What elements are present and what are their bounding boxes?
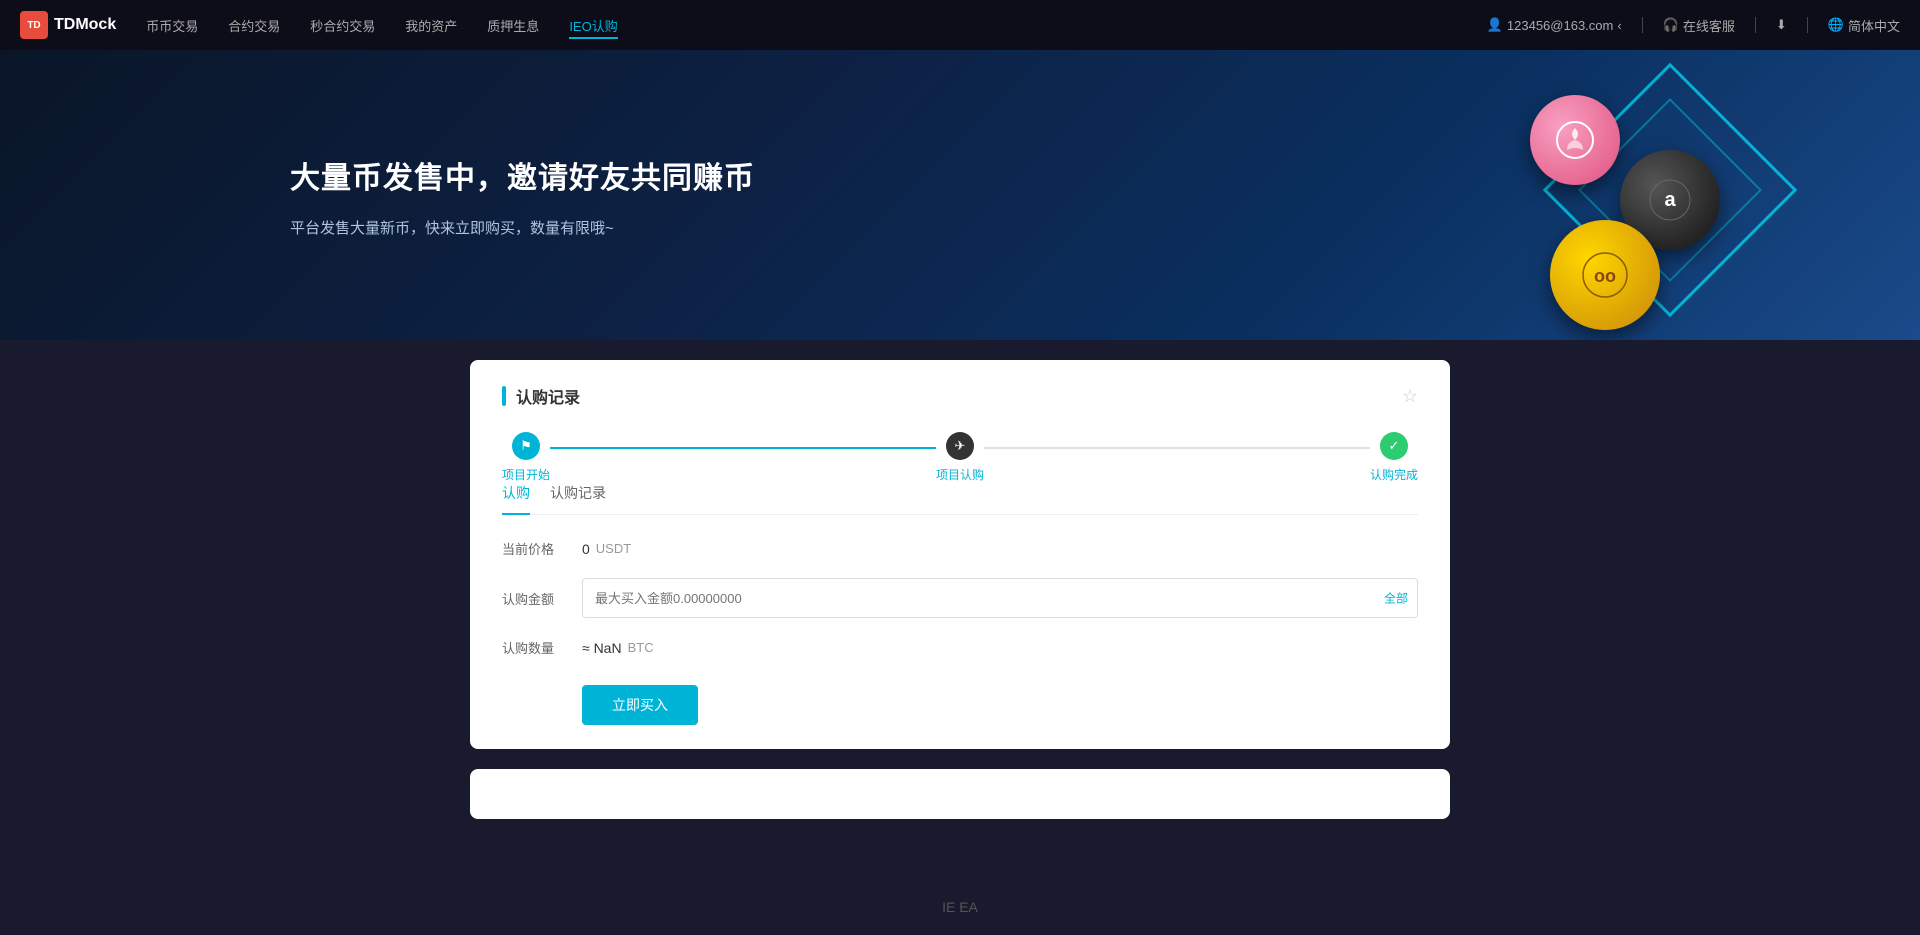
subscription-amount-input-wrapper: 全部 — [582, 578, 1418, 618]
navbar-divider-2 — [1755, 17, 1756, 33]
progress-steps: ⚑ 项目开始 ✈ 项目认购 ✓ 认购完成 — [502, 432, 1418, 483]
subscription-amount-input[interactable] — [582, 578, 1418, 618]
navbar-left: TD TDMock 币币交易 合约交易 秒合约交易 我的资产 质押生息 IEO认… — [20, 11, 618, 39]
price-number: 0 — [582, 541, 590, 557]
tab-subscribe[interactable]: 认购 — [502, 483, 530, 515]
download-btn[interactable]: ⬇ — [1776, 17, 1787, 33]
step-line-1-filled — [550, 447, 936, 449]
current-price-row: 当前价格 0 USDT — [502, 539, 1418, 558]
step-line-2 — [984, 447, 1370, 449]
step-complete: ✓ 认购完成 — [1370, 432, 1418, 483]
nav-item-spot-trade[interactable]: 币币交易 — [146, 12, 198, 39]
price-unit: USDT — [596, 541, 631, 556]
card-title: 认购记录 — [516, 384, 580, 408]
nav-item-ieo[interactable]: IEO认购 — [569, 12, 617, 39]
navbar-divider-1 — [1642, 17, 1643, 33]
coin-pink — [1530, 95, 1620, 185]
step-complete-label: 认购完成 — [1370, 466, 1418, 483]
navbar-right: 👤 123456@163.com ‹ 🎧 在线客服 ⬇ 🌐 简体中文 — [1487, 16, 1900, 35]
step-line-1 — [550, 447, 936, 449]
headphone-icon: 🎧 — [1663, 17, 1679, 33]
step-start-icon: ⚑ — [512, 432, 540, 460]
card-title-wrapper: 认购记录 — [502, 384, 580, 408]
step-start-label: 项目开始 — [502, 466, 550, 483]
favorite-icon[interactable]: ☆ — [1402, 386, 1418, 407]
user-email: 123456@163.com — [1507, 18, 1613, 33]
card-title-bar — [502, 386, 506, 406]
logo-icon: TD — [20, 11, 48, 39]
subscription-quantity-value-wrapper: ≈ NaN BTC — [582, 640, 654, 656]
nav-item-second-futures[interactable]: 秒合约交易 — [310, 12, 375, 39]
language-label: 简体中文 — [1848, 16, 1900, 35]
coin-container: a oo — [1440, 70, 1860, 330]
hero-subtitle: 平台发售大量新币，快来立即购买，数量有限哦~ — [290, 217, 755, 238]
hero-decoration: a oo — [1440, 70, 1860, 330]
current-price-value: 0 USDT — [582, 541, 631, 557]
user-dropdown-icon: ‹ — [1617, 18, 1621, 33]
globe-icon: 🌐 — [1828, 17, 1844, 33]
main-content: 认购记录 ☆ ⚑ 项目开始 ✈ 项目认购 ✓ 认购完成 认 — [0, 340, 1920, 935]
bottom-card — [470, 769, 1450, 819]
step-subscribe-icon: ✈ — [946, 432, 974, 460]
step-start: ⚑ 项目开始 — [502, 432, 550, 483]
hero-content: 大量币发售中，邀请好友共同赚币 平台发售大量新币，快来立即购买，数量有限哦~ — [0, 153, 755, 238]
download-icon: ⬇ — [1776, 17, 1787, 33]
quantity-unit: BTC — [628, 640, 654, 655]
coin-gold: oo — [1550, 220, 1660, 330]
subscription-quantity-label: 认购数量 — [502, 638, 582, 657]
buy-button[interactable]: 立即买入 — [582, 685, 698, 725]
subscription-amount-label: 认购金额 — [502, 589, 582, 608]
subscription-card: 认购记录 ☆ ⚑ 项目开始 ✈ 项目认购 ✓ 认购完成 认 — [470, 360, 1450, 749]
logo-text: TDMock — [54, 16, 116, 34]
nav-item-futures-trade[interactable]: 合约交易 — [228, 12, 280, 39]
step-subscribe: ✈ 项目认购 — [936, 432, 984, 483]
step-complete-icon: ✓ — [1380, 432, 1408, 460]
hero-banner: 大量币发售中，邀请好友共同赚币 平台发售大量新币，快来立即购买，数量有限哦~ a — [0, 50, 1920, 340]
logo[interactable]: TD TDMock — [20, 11, 116, 39]
tab-subscribe-history[interactable]: 认购记录 — [550, 483, 606, 515]
hero-title: 大量币发售中，邀请好友共同赚币 — [290, 153, 755, 197]
quantity-number: ≈ NaN — [582, 640, 622, 656]
customer-service-btn[interactable]: 🎧 在线客服 — [1663, 16, 1735, 35]
user-email-wrapper[interactable]: 👤 123456@163.com ‹ — [1487, 17, 1622, 33]
tabs: 认购 认购记录 — [502, 483, 1418, 515]
current-price-label: 当前价格 — [502, 539, 582, 558]
card-header: 认购记录 ☆ — [502, 384, 1418, 408]
nav-item-staking[interactable]: 质押生息 — [487, 12, 539, 39]
amount-all-btn[interactable]: 全部 — [1384, 590, 1408, 607]
user-icon: 👤 — [1487, 17, 1503, 33]
nav-item-my-assets[interactable]: 我的资产 — [405, 12, 457, 39]
subscription-quantity-row: 认购数量 ≈ NaN BTC — [502, 638, 1418, 657]
step-subscribe-label: 项目认购 — [936, 466, 984, 483]
language-btn[interactable]: 🌐 简体中文 — [1828, 16, 1900, 35]
customer-service-label: 在线客服 — [1683, 16, 1735, 35]
svg-text:a: a — [1664, 189, 1676, 211]
navbar: TD TDMock 币币交易 合约交易 秒合约交易 我的资产 质押生息 IEO认… — [0, 0, 1920, 50]
navbar-divider-3 — [1807, 17, 1808, 33]
subscription-amount-row: 认购金额 全部 — [502, 578, 1418, 618]
svg-text:oo: oo — [1594, 266, 1616, 286]
ie-ea-label: IE EA — [942, 899, 978, 915]
